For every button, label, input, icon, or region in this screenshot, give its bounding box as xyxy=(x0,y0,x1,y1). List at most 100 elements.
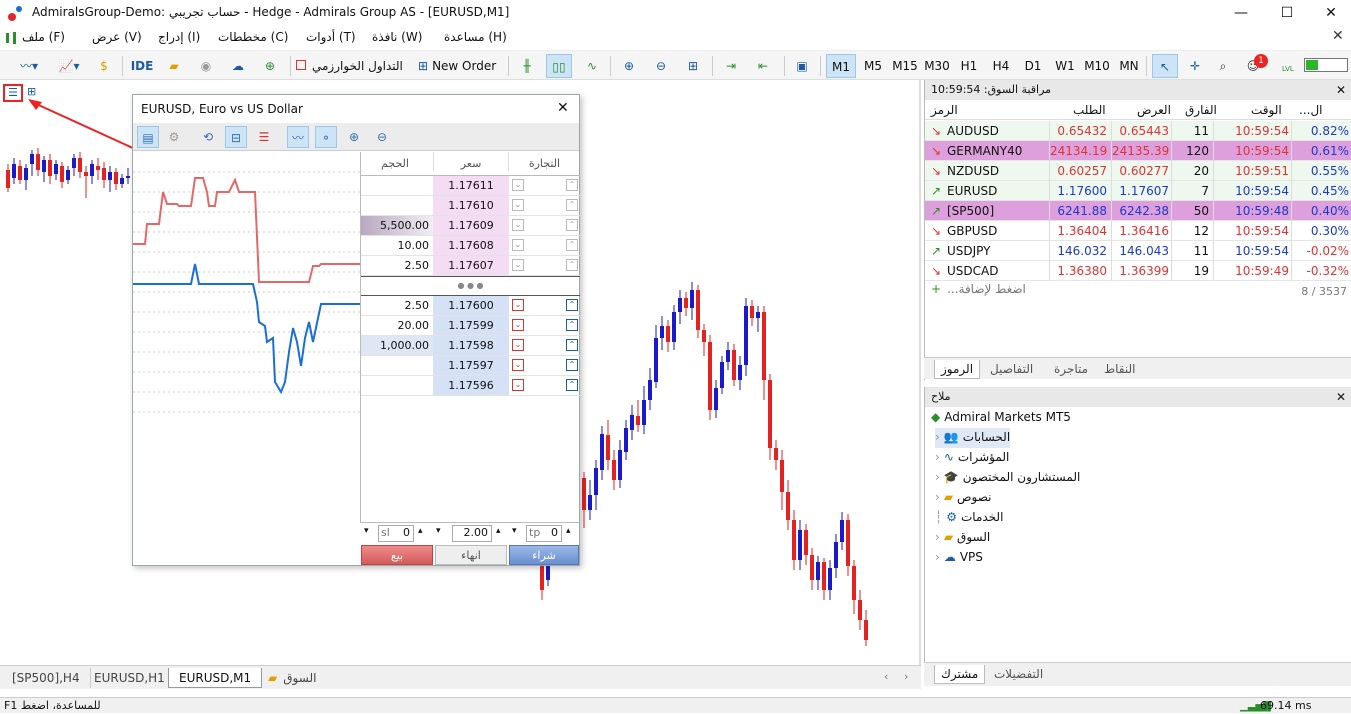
timeframe-m10[interactable]: M10 xyxy=(1082,54,1112,78)
menu-insert[interactable]: إدراج (I) xyxy=(158,30,200,44)
timeframe-w1[interactable]: W1 xyxy=(1050,54,1080,78)
lot-down-icon[interactable]: ▾ xyxy=(436,526,441,536)
navigator-root[interactable]: ◆ Admiral Markets MT5 xyxy=(931,408,1071,428)
sell-limit-icon[interactable]: ⌄ xyxy=(512,299,524,311)
lot-input[interactable]: 2.00 xyxy=(452,525,492,542)
watch-row[interactable]: ↘ AUDUSD 0.65432 0.65443 11 10:59:54 0.82% xyxy=(925,121,1351,141)
tab-eurusd-h1[interactable]: EURUSD,H1 xyxy=(84,668,176,688)
tab-ticks[interactable]: النقاط xyxy=(1098,360,1141,379)
buy-limit-icon[interactable]: ⌃ xyxy=(566,219,578,231)
dom-row-bid[interactable]: 1.17596 ⌄ ⌃ xyxy=(361,376,580,396)
tp-input[interactable]: tp 0 xyxy=(526,525,562,542)
tp-up-icon[interactable]: ▴ xyxy=(566,526,571,536)
dom-row-ask[interactable]: 5,500.00 1.17609 ⌄ ⌃ xyxy=(361,216,580,236)
signal-icon[interactable]: ◉ xyxy=(196,54,216,78)
lock-icon[interactable]: ▰ xyxy=(164,54,184,78)
buy-limit-icon[interactable]: ⌃ xyxy=(566,319,578,331)
dom-row-bid[interactable]: 2.50 1.17600 ⌄ ⌃ xyxy=(361,296,580,316)
dom-graph-icon[interactable]: ▤ xyxy=(137,126,159,148)
sell-limit-icon[interactable]: ⌄ xyxy=(512,239,524,251)
sell-limit-icon[interactable]: ⌄ xyxy=(512,319,524,331)
zoom-in-icon[interactable]: ⊕ xyxy=(618,54,640,78)
sell-limit-icon[interactable]: ⌄ xyxy=(512,199,524,211)
line-chart-icon[interactable]: ∿ xyxy=(580,54,604,78)
watch-row[interactable]: ↘ GBPUSD 1.36404 1.36416 12 10:59:54 0.30% xyxy=(925,221,1351,241)
tab-details[interactable]: التفاصيل xyxy=(984,360,1039,379)
new-order-button[interactable]: ⊞ New Order xyxy=(418,54,502,78)
menu-file[interactable]: ملف (F) xyxy=(22,30,65,44)
watch-row[interactable]: ↗ EURUSD 1.17600 1.17607 7 10:59:54 0.45% xyxy=(925,181,1351,201)
search-icon[interactable]: ⌕ xyxy=(1212,54,1234,78)
col-time[interactable]: الوقت xyxy=(1251,100,1282,120)
buy-limit-icon[interactable]: ⌃ xyxy=(566,259,578,271)
dom-row-bid[interactable]: 1.17597 ⌄ ⌃ xyxy=(361,356,580,376)
nav-indicators[interactable]: › ∿ المؤشرات xyxy=(935,448,1009,468)
col-symbol[interactable]: الرمز xyxy=(931,100,958,120)
menu-view[interactable]: عرض (V) xyxy=(92,30,142,44)
crosshair-icon[interactable]: ✛ xyxy=(1184,54,1206,78)
col-ask[interactable]: العرض xyxy=(1137,100,1171,120)
tab-symbols[interactable]: الرموز xyxy=(934,360,981,379)
chart-shift-icon[interactable]: ⇤ xyxy=(750,54,776,78)
chart-type-icon[interactable]: 〰▾ xyxy=(10,54,48,78)
dom-center-icon[interactable]: ⊟ xyxy=(225,126,247,148)
add-symbol-row[interactable]: + ...اضغط لإضافة xyxy=(931,282,1026,296)
timeframe-h1[interactable]: H1 xyxy=(954,54,984,78)
dom-zoom-in-icon[interactable]: ⊕ xyxy=(343,126,365,148)
tab-eurusd-m1[interactable]: EURUSD,M1 xyxy=(168,668,263,688)
buy-limit-icon[interactable]: ⌃ xyxy=(566,299,578,311)
dom-row-bid[interactable]: 1,000.00 1.17598 ⌄ ⌃ xyxy=(361,336,580,356)
nav-accounts[interactable]: › 👥 الحسابات xyxy=(935,428,1011,448)
dollar-icon[interactable]: $ xyxy=(94,54,114,78)
sell-button[interactable]: بيع xyxy=(361,545,433,565)
scroll-left-icon[interactable]: ‹ xyxy=(884,670,888,683)
menu-help[interactable]: مساعدة (H) xyxy=(444,30,507,44)
buy-limit-icon[interactable]: ⌃ xyxy=(566,339,578,351)
col-change[interactable]: ...ال xyxy=(1299,100,1323,120)
dom-row-bid[interactable]: 20.00 1.17599 ⌄ ⌃ xyxy=(361,316,580,336)
close-position-button[interactable]: انهاء xyxy=(435,545,507,565)
tab-favorites[interactable]: التفضيلات xyxy=(988,665,1049,684)
screenshot-icon[interactable]: ▣ xyxy=(790,54,814,78)
candlestick-icon[interactable]: ▯▯ xyxy=(546,54,572,78)
menu-charts[interactable]: مخططات (C) xyxy=(218,30,288,44)
algo-trading-button[interactable]: التداول الخوارزمي xyxy=(296,54,416,78)
watch-row[interactable]: ↗ USDJPY 146.032 146.043 11 10:59:54 -0.02% xyxy=(925,241,1351,261)
dom-levels-icon[interactable]: ☰ xyxy=(253,126,275,148)
dom-close-icon[interactable]: ✕ xyxy=(557,100,569,116)
timeframe-h4[interactable]: H4 xyxy=(986,54,1016,78)
sl-up-icon[interactable]: ▴ xyxy=(418,526,423,536)
watch-row[interactable]: ↘ GERMANY40 24134.19 24135.39 120 10:59:54 0.6… xyxy=(925,141,1351,161)
sell-limit-icon[interactable]: ⌄ xyxy=(512,339,524,351)
sell-limit-icon[interactable]: ⌄ xyxy=(512,359,524,371)
market-watch-close-icon[interactable]: ✕ xyxy=(1336,80,1346,100)
tab-trading[interactable]: متاجرة xyxy=(1048,360,1094,379)
menu-window[interactable]: نافذة (W) xyxy=(372,30,422,44)
timeframe-d1[interactable]: D1 xyxy=(1018,54,1048,78)
dom-row-ask[interactable]: 1.17611 ⌄ ⌃ xyxy=(361,176,580,196)
ide-button[interactable]: IDE xyxy=(128,54,156,78)
templates-icon[interactable]: 📈▾ xyxy=(50,54,88,78)
timeframe-m30[interactable]: M30 xyxy=(922,54,952,78)
sell-limit-icon[interactable]: ⌄ xyxy=(512,379,524,391)
cloud-icon[interactable]: ☁ xyxy=(226,54,250,78)
sell-limit-icon[interactable]: ⌄ xyxy=(512,219,524,231)
timeframe-m5[interactable]: M5 xyxy=(858,54,888,78)
watch-row[interactable]: ↘ NZDUSD 0.60257 0.60277 20 10:59:51 0.55% xyxy=(925,161,1351,181)
sell-limit-icon[interactable]: ⌄ xyxy=(512,179,524,191)
buy-limit-icon[interactable]: ⌃ xyxy=(566,239,578,251)
buy-limit-icon[interactable]: ⌃ xyxy=(566,179,578,191)
close-window-button[interactable]: ✕ xyxy=(1308,2,1351,24)
navigator-close-icon[interactable]: ✕ xyxy=(1336,387,1346,407)
tab-common[interactable]: مشترك xyxy=(934,665,986,684)
maximize-button[interactable]: ☐ xyxy=(1264,2,1310,24)
tile-windows-icon[interactable]: ⊞ xyxy=(682,54,704,78)
nav-market[interactable]: › ▰ السوق xyxy=(935,528,990,548)
zoom-out-icon[interactable]: ⊖ xyxy=(650,54,672,78)
dom-zoom-out-icon[interactable]: ⊖ xyxy=(371,126,393,148)
globe-add-icon[interactable]: ⊕ xyxy=(258,54,282,78)
sell-limit-icon[interactable]: ⌄ xyxy=(512,259,524,271)
dom-ticks-icon[interactable]: 〰 xyxy=(287,126,309,148)
timeframe-m1[interactable]: M1 xyxy=(826,54,856,78)
buy-button[interactable]: شراء xyxy=(509,545,579,565)
